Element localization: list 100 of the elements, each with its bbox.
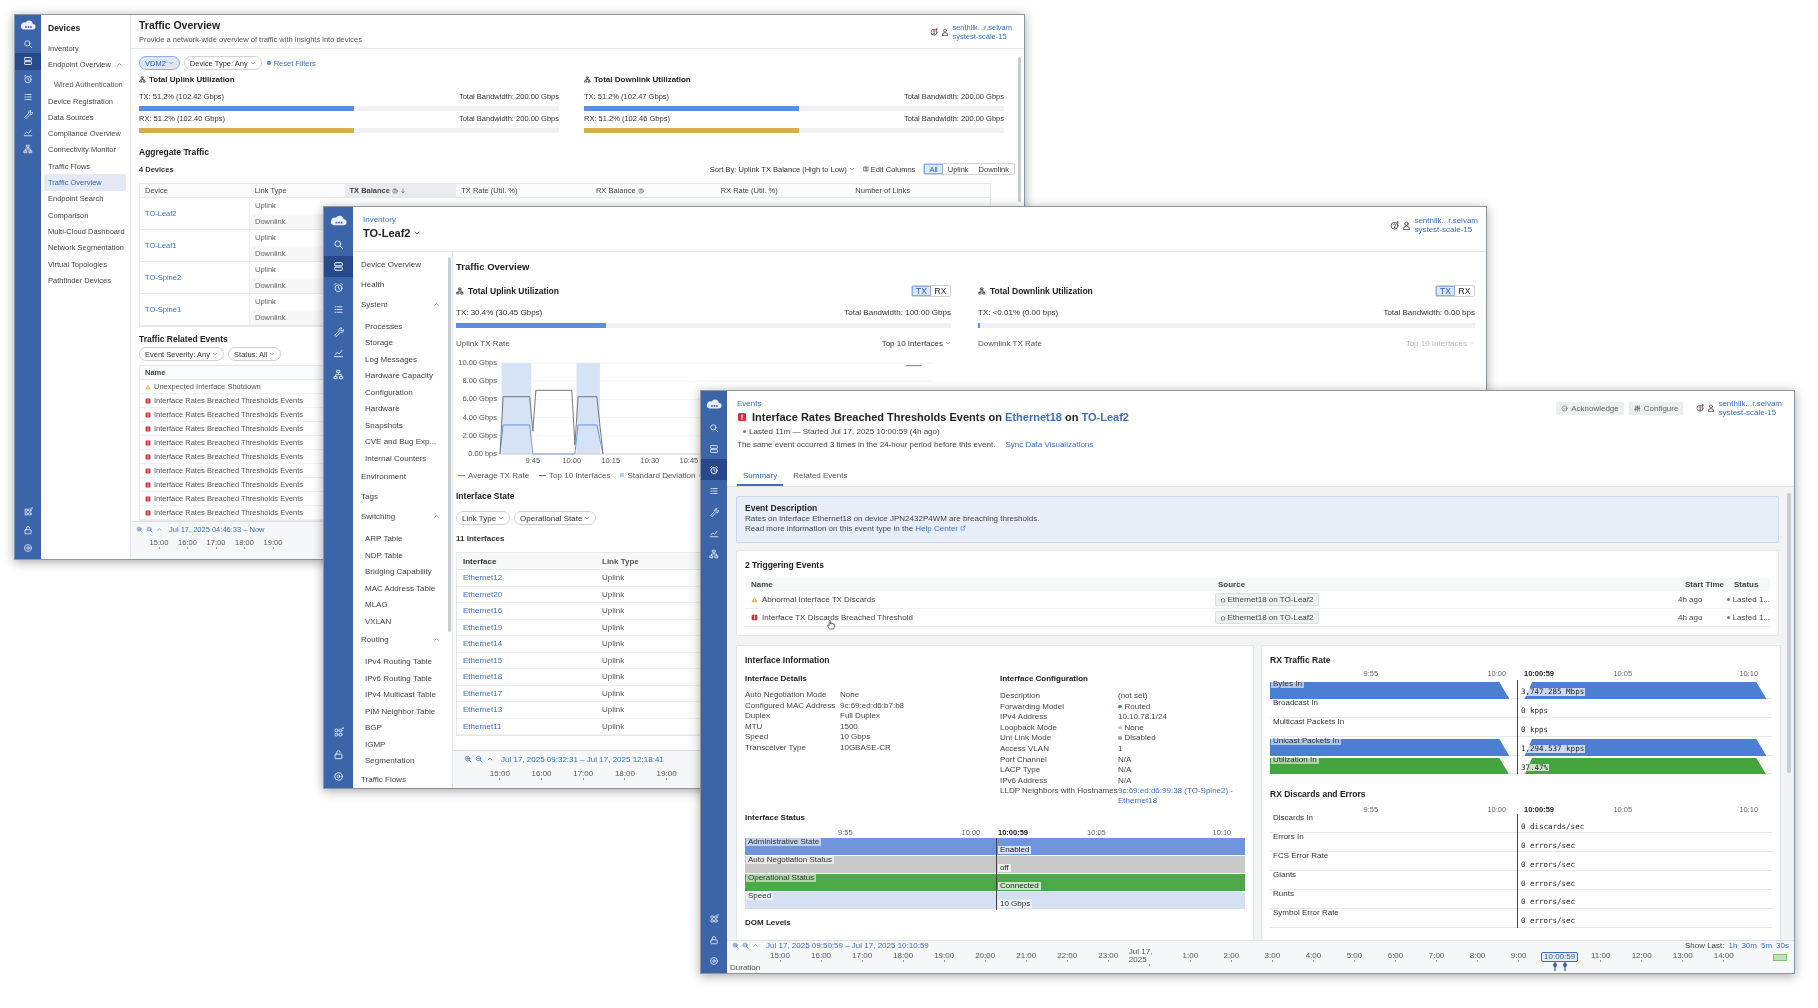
interface-link[interactable]: Ethernet20 — [463, 589, 503, 599]
description-text: Read more information on this event type in the Help Center — [745, 523, 966, 533]
event-name[interactable]: Abnormal Interface TX Discards — [762, 595, 876, 604]
nav-item[interactable]: Device Overview — [353, 254, 447, 274]
nav-item[interactable]: Processes — [353, 318, 447, 335]
sync-link[interactable]: Sync Data Visualizations — [1005, 439, 1094, 449]
tick-label: Jul 17, 2025 — [1128, 948, 1154, 964]
toggle-button[interactable]: TX — [1436, 286, 1455, 296]
nav-item[interactable]: BGP — [353, 719, 447, 736]
nav-item[interactable]: VXLAN — [353, 613, 447, 630]
interface-link[interactable]: Ethernet16 — [463, 606, 503, 616]
source-chip[interactable]: Ethernet18 on TO-Leaf2 — [1214, 593, 1319, 606]
filter-dropdown[interactable]: Operational State — [514, 511, 597, 525]
legend-label: Standard Deviation — [627, 470, 696, 480]
tick-label: 4:00 — [1305, 952, 1322, 960]
toggle-button[interactable]: TX — [912, 286, 931, 296]
card-title: Event Description — [745, 502, 818, 513]
field-value: 10GBASE-CR — [840, 742, 891, 753]
nav-item[interactable]: Switching — [353, 506, 447, 527]
nav-item[interactable]: Configuration — [353, 384, 447, 401]
field-label: Auto Negotiation Mode — [745, 690, 828, 701]
nav-item[interactable]: IPv4 Multicast Table — [353, 686, 447, 703]
tab[interactable]: Related Events — [787, 466, 854, 486]
table-cell: Uplink — [602, 589, 625, 599]
card-title: RX Traffic Rate — [1270, 654, 1331, 666]
breadcrumb-link[interactable]: Inventory — [363, 213, 422, 225]
total-bandwidth: Total Bandwidth: 0.00 bps — [1383, 307, 1475, 317]
nav-item[interactable]: Snapshots — [353, 417, 447, 434]
filter-dropdown[interactable]: Link Type — [456, 511, 511, 525]
neighbor-link[interactable]: 9c:69:ed:d6:99:38 (TO-Spine2) - Ethernet18 — [1118, 786, 1245, 806]
nav-item[interactable]: Storage — [353, 334, 447, 351]
event-title: Interface Rates Breached Thresholds Events on Ethernet18 on TO-Leaf2 — [752, 411, 1129, 423]
nav-item[interactable]: Tags — [353, 486, 447, 507]
interface-link[interactable]: Ethernet13 — [463, 705, 503, 715]
tick-label: 18:00 — [614, 768, 635, 778]
section-title: Total Uplink Utilization — [149, 74, 235, 84]
nav-item[interactable]: CVE and Bug Exp... — [353, 433, 447, 450]
legend-label: Average TX Rate — [468, 470, 530, 480]
nav-item[interactable]: IGMP — [353, 736, 447, 753]
toggle-button[interactable]: RX — [931, 286, 950, 296]
device-link[interactable]: TO-Leaf2 — [1081, 411, 1129, 423]
nav-item[interactable]: PIM Neighbor Table — [353, 703, 447, 720]
time-range[interactable]: Jul 17, 2025 09:32:31 – Jul 17, 2025 12:18:41 — [501, 754, 664, 764]
interface-link[interactable]: Ethernet19 — [463, 622, 503, 632]
section-title: Interface Details — [745, 672, 807, 684]
nav-item[interactable]: Traffic Flows — [353, 769, 447, 788]
nav-item[interactable]: Internal Counters — [353, 450, 447, 467]
section-title: Total Downlink Utilization — [594, 74, 691, 84]
nav-item[interactable]: System — [353, 294, 447, 314]
time-range[interactable]: Jul 17, 2025 09:50:59 – Jul 17, 2025 10:10:59 — [766, 941, 929, 950]
nav-item[interactable]: Environment — [353, 466, 447, 487]
time-marker[interactable]: 10:00:59 — [1541, 952, 1579, 962]
nav-item[interactable]: Hardware — [353, 400, 447, 417]
interfaces-dropdown[interactable]: Top 10 Interfaces — [881, 338, 951, 348]
time-span-link[interactable]: 5m — [1760, 941, 1773, 950]
help-center-link[interactable]: Help Center — [915, 523, 966, 533]
nav-item[interactable]: MLAG — [353, 596, 447, 613]
nav-item[interactable]: IPv4 Routing Table — [353, 653, 447, 670]
nav-item[interactable]: ARP Table — [353, 530, 447, 547]
tick-label: 18:00 — [893, 952, 914, 960]
nav-item[interactable]: MAC Address Table — [353, 580, 447, 597]
row-label: FCS Error Rate — [1271, 852, 1331, 861]
user-name[interactable]: senthilk...r.selvam — [1718, 399, 1782, 408]
toggle-button[interactable]: RX — [1455, 286, 1474, 296]
source-chip[interactable]: Ethernet18 on TO-Leaf2 — [1214, 611, 1319, 624]
row-label: Bytes In — [1271, 680, 1304, 688]
table-cell-text: 4h ago — [1678, 595, 1704, 604]
field-value: 9c:69:ed:d6:b7:b8 — [840, 700, 905, 711]
interface-link[interactable]: Ethernet12 — [463, 573, 503, 583]
tick-label: 12:00 — [1631, 952, 1652, 960]
device-selector[interactable]: TO-Leaf2 — [363, 225, 422, 241]
field-value: N/A — [1118, 765, 1132, 775]
field-label: Duplex — [745, 711, 771, 722]
interface-link[interactable]: Ethernet18 — [463, 672, 503, 682]
card-title: 2 Triggering Events — [745, 559, 824, 571]
breadcrumb-link[interactable]: Events — [737, 397, 1129, 409]
nav-item[interactable]: Segmentation — [353, 752, 447, 769]
time-span-link[interactable]: 1h — [1728, 941, 1738, 950]
interface-link[interactable]: Ethernet18 — [1005, 411, 1062, 423]
nav-item[interactable]: Routing — [353, 629, 447, 650]
nav-item[interactable]: IPv6 Routing Table — [353, 670, 447, 687]
interface-link[interactable]: Ethernet17 — [463, 688, 503, 698]
configure-button[interactable]: Configure — [1628, 401, 1684, 415]
nav-item[interactable]: Log Messages — [353, 351, 447, 368]
field-value: 1500 — [840, 721, 858, 732]
nav-item[interactable]: Bridging Capability — [353, 563, 447, 580]
interface-link[interactable]: Ethernet14 — [463, 639, 503, 649]
event-name[interactable]: Interface TX Discards Breached Threshold — [762, 613, 913, 622]
nav-item[interactable]: Hardware Capacity — [353, 367, 447, 384]
time-span-link[interactable]: 30m — [1741, 941, 1757, 950]
nav-item[interactable]: NDP Table — [353, 547, 447, 564]
interface-link[interactable]: Ethernet11 — [463, 721, 502, 731]
interface-link[interactable]: Ethernet15 — [463, 655, 503, 665]
acknowledge-button[interactable]: Acknowledge — [1556, 401, 1624, 415]
row-label: Unicast Packets In — [1271, 736, 1342, 745]
nav-item[interactable]: Health — [353, 274, 447, 294]
user-name[interactable]: senthilk...r.selvam — [1414, 216, 1478, 225]
event-duration: Lasted 11m — Started Jul 17, 2025 10:00:59 (4h ago) — [749, 426, 940, 436]
time-span-link[interactable]: 30s — [1776, 941, 1789, 950]
tick-label: 15:00 — [489, 768, 510, 778]
